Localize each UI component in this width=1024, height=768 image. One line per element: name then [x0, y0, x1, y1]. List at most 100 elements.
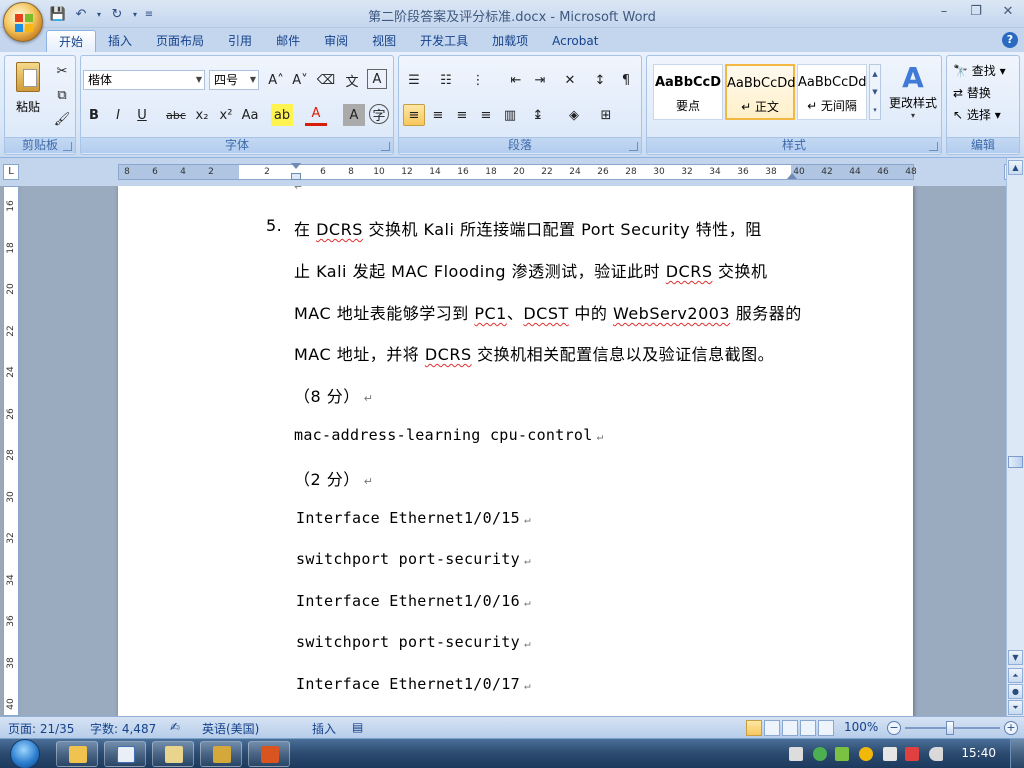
- help-icon[interactable]: ?: [1002, 32, 1018, 48]
- dialog-launcher-icon[interactable]: [381, 142, 390, 151]
- borders-icon[interactable]: ⊞: [595, 104, 617, 126]
- horizontal-ruler[interactable]: 8 6 4 2 2 6 8 10 12 14 16 18 20 22 24 26 28 30 32 34 36 38 40 4…: [118, 163, 917, 180]
- insert-mode[interactable]: 插入: [312, 720, 336, 737]
- numbering-icon[interactable]: ☷: [435, 69, 457, 91]
- tab-home[interactable]: 开始: [46, 30, 97, 52]
- zoom-level[interactable]: 100%: [844, 720, 878, 734]
- highlight-icon[interactable]: ab: [271, 104, 293, 126]
- document-page[interactable]: ↵ 5. 在 DCRS 交换机 Kali 所连接端口配置 Port Securi…: [118, 186, 913, 716]
- start-button[interactable]: [6, 739, 44, 768]
- align-left-icon[interactable]: ≡: [403, 104, 425, 126]
- taskbar-powerpoint[interactable]: [248, 741, 290, 767]
- doc-line-10[interactable]: Interface Ethernet1/0/16 ↵: [296, 592, 531, 610]
- tab-review[interactable]: 审阅: [312, 30, 360, 52]
- sort-icon[interactable]: ↕: [589, 69, 611, 91]
- minimize-button[interactable]: –: [932, 2, 956, 22]
- doc-line-2[interactable]: 止 Kali 发起 MAC Flooding 渗透测试，验证此时 DCRS 交换…: [294, 258, 768, 282]
- clear-format-icon[interactable]: ⌫: [315, 69, 337, 91]
- format-painter-icon[interactable]: 🖌: [51, 108, 73, 130]
- clock[interactable]: 15:40: [961, 746, 996, 760]
- shading-icon[interactable]: ◈: [563, 104, 585, 126]
- font-name-combo[interactable]: 楷体 ▼: [83, 70, 205, 90]
- increase-indent-icon[interactable]: ⇥: [529, 69, 551, 91]
- full-screen-reading-icon[interactable]: [764, 720, 780, 736]
- zoom-in-button[interactable]: +: [1004, 721, 1018, 735]
- copy-icon[interactable]: ⧉: [51, 84, 73, 106]
- bullets-icon[interactable]: ☰: [403, 69, 425, 91]
- zoom-out-button[interactable]: −: [887, 721, 901, 735]
- grow-font-icon[interactable]: A˄: [265, 69, 287, 91]
- zoom-slider-handle[interactable]: [946, 721, 954, 735]
- page-count[interactable]: 页面: 21/35: [8, 720, 74, 737]
- styles-scroll[interactable]: ▲ ▼ ▾: [869, 64, 881, 120]
- underline-icon[interactable]: U: [131, 104, 153, 126]
- doc-line-1[interactable]: 在 DCRS 交换机 Kali 所连接端口配置 Port Security 特性…: [294, 216, 762, 240]
- doc-line-7[interactable]: （2 分） ↵: [294, 466, 374, 490]
- tray-usb-icon[interactable]: [883, 747, 897, 761]
- strikethrough-icon[interactable]: abc: [165, 104, 187, 126]
- right-indent-marker[interactable]: [787, 173, 797, 179]
- next-page-button[interactable]: ⏷: [1008, 700, 1023, 715]
- shrink-font-icon[interactable]: A˅: [289, 69, 311, 91]
- tab-mailings[interactable]: 邮件: [264, 30, 312, 52]
- doc-line-6[interactable]: mac-address-learning cpu-control ↵: [294, 426, 604, 444]
- replace-button[interactable]: ⇄ 替换: [953, 84, 991, 101]
- show-desktop-button[interactable]: [1010, 739, 1024, 768]
- style-no-spacing[interactable]: AaBbCcDd ↵ 无间隔: [797, 64, 867, 120]
- dialog-launcher-icon[interactable]: [929, 142, 938, 151]
- outline-view-icon[interactable]: [800, 720, 816, 736]
- style-normal[interactable]: AaBbCcDd ↵ 正文: [725, 64, 796, 120]
- taskbar-app-4[interactable]: [200, 741, 242, 767]
- print-layout-view-icon[interactable]: [746, 720, 762, 736]
- doc-line-3[interactable]: MAC 地址表能够学习到 PC1、DCST 中的 WebServ2003 服务器…: [294, 300, 802, 324]
- change-case-icon[interactable]: Aa: [239, 104, 261, 126]
- font-size-combo[interactable]: 四号 ▼: [209, 70, 259, 90]
- bold-icon[interactable]: B: [83, 104, 105, 126]
- change-styles-button[interactable]: A 更改样式 ▾: [885, 60, 941, 130]
- tab-references[interactable]: 引用: [216, 30, 264, 52]
- tray-film-icon[interactable]: [789, 747, 803, 761]
- vertical-ruler[interactable]: 16 18 20 22 24 26 28 30 32 34 36 38 40: [3, 186, 19, 716]
- paste-button[interactable]: 粘贴: [11, 60, 45, 124]
- tray-shield-icon[interactable]: [835, 747, 849, 761]
- style-key-points[interactable]: AaBbCcD 要点: [653, 64, 723, 120]
- character-shading-icon[interactable]: A: [343, 104, 365, 126]
- enclose-characters-icon[interactable]: 字: [369, 104, 389, 124]
- character-border-icon[interactable]: A: [367, 69, 387, 89]
- multilevel-list-icon[interactable]: ⋮: [467, 69, 489, 91]
- find-button[interactable]: 🔭 查找 ▾: [953, 62, 1006, 79]
- document-area[interactable]: ↵ 5. 在 DCRS 交换机 Kali 所连接端口配置 Port Securi…: [22, 186, 1006, 716]
- doc-line-5[interactable]: （8 分） ↵: [294, 383, 374, 407]
- italic-icon[interactable]: I: [107, 104, 129, 126]
- select-browse-object-button[interactable]: ●: [1008, 684, 1023, 699]
- subscript-icon[interactable]: x₂: [191, 104, 213, 126]
- word-count[interactable]: 字数: 4,487: [90, 720, 156, 737]
- tab-developer[interactable]: 开发工具: [408, 30, 480, 52]
- tab-acrobat[interactable]: Acrobat: [540, 30, 610, 52]
- proofing-icon[interactable]: ✍: [170, 720, 180, 734]
- vertical-scrollbar[interactable]: ▲ ▼ ⏶ ● ⏷: [1006, 158, 1024, 716]
- restore-button[interactable]: ❐: [964, 2, 988, 22]
- distributed-icon[interactable]: ▥: [499, 104, 521, 126]
- tray-volume-icon[interactable]: [929, 747, 943, 761]
- draft-view-icon[interactable]: [818, 720, 834, 736]
- first-line-indent-marker[interactable]: [291, 163, 301, 169]
- asian-layout-icon[interactable]: ✕: [559, 69, 581, 91]
- close-button[interactable]: ✕: [996, 2, 1020, 22]
- justify-icon[interactable]: ≡: [475, 104, 497, 126]
- doc-line-11[interactable]: switchport port-security ↵: [296, 633, 531, 651]
- superscript-icon[interactable]: x²: [215, 104, 237, 126]
- left-indent-marker[interactable]: [291, 173, 301, 180]
- tab-add-ins[interactable]: 加载项: [480, 30, 540, 52]
- select-button[interactable]: ↖ 选择 ▾: [953, 106, 1001, 123]
- doc-line-9[interactable]: switchport port-security ↵: [296, 550, 531, 568]
- cut-icon[interactable]: ✂: [51, 60, 73, 82]
- language[interactable]: 英语(美国): [202, 720, 259, 737]
- tab-page-layout[interactable]: 页面布局: [144, 30, 216, 52]
- doc-line-8[interactable]: Interface Ethernet1/0/15 ↵: [296, 509, 531, 527]
- decrease-indent-icon[interactable]: ⇤: [505, 69, 527, 91]
- tab-view[interactable]: 视图: [360, 30, 408, 52]
- macro-record-icon[interactable]: ▤: [352, 720, 363, 734]
- align-center-icon[interactable]: ≡: [427, 104, 449, 126]
- taskbar-library[interactable]: [152, 741, 194, 767]
